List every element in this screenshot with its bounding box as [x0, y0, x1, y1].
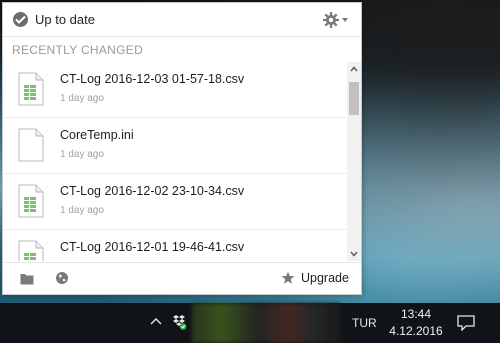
file-name: CT-Log 2016-12-02 23-10-34.csv [60, 184, 245, 198]
action-center-notification-icon[interactable] [457, 315, 475, 331]
dropbox-tray-icon[interactable] [171, 314, 187, 330]
popup-footer: Upgrade [3, 262, 361, 295]
input-language-indicator[interactable]: TUR [352, 316, 377, 330]
file-name: CoreTemp.ini [60, 128, 134, 142]
recently-changed-heading: RECENTLY CHANGED [12, 43, 144, 57]
spreadsheet-file-icon [18, 240, 44, 261]
checkmark-icon [13, 12, 28, 27]
clock-time[interactable]: 13:44 [389, 307, 443, 321]
list-item[interactable]: CT-Log 2016-12-02 23-10-34.csv 1 day ago [3, 174, 347, 230]
recent-files-list: CT-Log 2016-12-03 01-57-18.csv 1 day ago… [3, 62, 347, 261]
text-file-icon [18, 128, 44, 162]
show-hidden-icons-chevron-icon[interactable] [150, 317, 162, 325]
upgrade-label: Upgrade [301, 271, 349, 285]
settings-gear-button[interactable] [322, 11, 350, 29]
file-modified-time: 1 day ago [60, 149, 104, 160]
list-item[interactable]: CT-Log 2016-12-01 19-46-41.csv [3, 230, 347, 261]
file-name: CT-Log 2016-12-03 01-57-18.csv [60, 72, 245, 86]
scrollbar-thumb[interactable] [349, 82, 359, 115]
taskbar: TUR 13:44 4.12.2016 [0, 303, 500, 343]
spreadsheet-file-icon [18, 72, 44, 106]
blurred-tray-icons [192, 303, 340, 343]
globe-icon[interactable] [55, 271, 69, 285]
file-modified-time: 1 day ago [60, 93, 104, 104]
scroll-up-arrow-icon[interactable] [350, 66, 358, 72]
list-item[interactable]: CoreTemp.ini 1 day ago [3, 118, 347, 174]
scroll-down-arrow-icon[interactable] [350, 251, 358, 257]
list-item[interactable]: CT-Log 2016-12-03 01-57-18.csv 1 day ago [3, 62, 347, 118]
list-scrollbar[interactable] [347, 62, 361, 261]
open-folder-icon[interactable] [20, 272, 34, 285]
file-name: CT-Log 2016-12-01 19-46-41.csv [60, 240, 245, 254]
star-icon [281, 271, 295, 284]
gear-icon [323, 12, 348, 28]
dropbox-popup: Up to date RECENTLY CHANGED CT-Log 2016-… [2, 2, 362, 295]
file-modified-time: 1 day ago [60, 205, 104, 216]
sync-status-text: Up to date [35, 12, 95, 27]
spreadsheet-file-icon [18, 184, 44, 218]
clock-date[interactable]: 4.12.2016 [386, 324, 446, 338]
popup-header: Up to date [3, 3, 361, 37]
